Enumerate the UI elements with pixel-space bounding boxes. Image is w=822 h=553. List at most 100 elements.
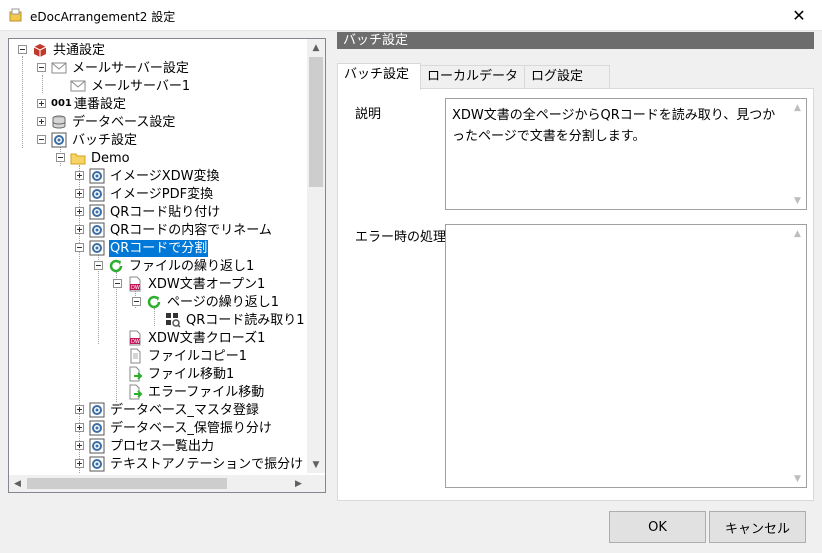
scroll-up-icon[interactable]: ▲ (307, 39, 325, 56)
tree-item[interactable]: QRコード読み取り1 (165, 311, 306, 329)
tree-item[interactable]: DW XDW文書クローズ1 (127, 329, 266, 347)
error-handling-scrollbar[interactable]: ▲ ▼ (789, 225, 806, 487)
batch-icon (89, 402, 105, 418)
batch-icon (89, 186, 105, 202)
tree-item[interactable]: ファイルの繰り返し1 (108, 257, 255, 275)
tree-item-label: メールサーバー1 (91, 78, 191, 94)
expand-icon[interactable] (75, 423, 84, 432)
ok-button[interactable]: OK (609, 511, 706, 543)
tree-vertical-scrollbar[interactable]: ▲ ▼ (307, 39, 325, 473)
expand-icon[interactable] (37, 99, 46, 108)
expand-icon[interactable] (75, 171, 84, 180)
chevron-up-icon[interactable]: ▲ (789, 225, 806, 242)
mail-icon (70, 78, 86, 94)
expand-icon[interactable] (37, 117, 46, 126)
tree-item-label: 共通設定 (53, 42, 106, 58)
expand-icon[interactable] (75, 189, 84, 198)
svg-text:DW: DW (131, 285, 140, 291)
loop-icon (108, 258, 124, 274)
description-textarea[interactable]: XDW文書の全ページからQRコードを読み取り、見つかったページで文書を分割します… (445, 98, 807, 210)
tree-item-label: データベース_マスタ登録 (110, 402, 259, 418)
xdw-icon: DW (127, 276, 143, 292)
expand-icon[interactable] (75, 207, 84, 216)
tree-item[interactable]: 001 連番設定 (51, 95, 127, 113)
tree-item[interactable]: 共通設定 (32, 41, 106, 59)
expand-icon[interactable] (75, 225, 84, 234)
tree-item[interactable]: メールサーバー設定 (51, 59, 190, 77)
tab-log-settings[interactable]: ログ設定 (524, 65, 610, 89)
folder-icon (70, 150, 86, 166)
scroll-left-icon[interactable]: ◀ (9, 475, 26, 492)
expand-icon[interactable] (75, 459, 84, 468)
tree-item[interactable]: ファイル移動1 (127, 365, 235, 383)
collapse-icon[interactable] (132, 297, 141, 306)
collapse-icon[interactable] (37, 135, 46, 144)
tree-item[interactable]: イメージPDF変換 (89, 185, 214, 203)
tree-item-label: イメージPDF変換 (110, 186, 214, 202)
tree-item-label: XDW文書クローズ1 (148, 330, 266, 346)
chevron-down-icon[interactable]: ▼ (789, 192, 806, 209)
tree-item[interactable]: プロセス一覧出力 (89, 437, 215, 455)
tree-item[interactable]: QRコード貼り付け (89, 203, 221, 221)
collapse-icon[interactable] (94, 261, 103, 270)
tree-horizontal-scroll-thumb[interactable] (27, 478, 227, 489)
tree-horizontal-scrollbar[interactable]: ◀ ▶ (9, 475, 307, 492)
tree-item[interactable]: Demo (70, 149, 131, 167)
tree-item[interactable]: イメージXDW変換 (89, 167, 221, 185)
tab-local-data[interactable]: ローカルデータ (420, 65, 525, 89)
mail-icon (51, 60, 67, 76)
tree-item[interactable]: DW XDW文書オープン1 (127, 275, 266, 293)
chevron-down-icon[interactable]: ▼ (789, 470, 806, 487)
tree-item-label: ファイルの繰り返し1 (129, 258, 255, 274)
batch-icon (89, 420, 105, 436)
collapse-icon[interactable] (56, 153, 65, 162)
tree-viewport[interactable]: 共通設定 メールサーバー設定 メールサーバー1 001 連番設定 データベース設定 バッチ設… (9, 39, 307, 473)
file-move-icon (127, 384, 143, 400)
tree-item[interactable]: メールサーバー1 (70, 77, 191, 95)
tree-item[interactable]: データベース_マスタ登録 (89, 401, 260, 419)
expand-icon[interactable] (75, 405, 84, 414)
batch-icon (89, 240, 105, 256)
scroll-down-icon[interactable]: ▼ (307, 456, 325, 473)
tree-item[interactable]: データベース設定 (51, 113, 176, 131)
tree-item[interactable]: QRコードで分割 (89, 239, 209, 257)
collapse-icon[interactable] (18, 45, 27, 54)
cancel-button[interactable]: キャンセル (709, 511, 806, 543)
numbering-icon: 001 (51, 98, 72, 109)
tree-item[interactable]: QRコードの内容でリネーム (89, 221, 273, 239)
collapse-icon[interactable] (113, 279, 122, 288)
tree-vertical-scroll-thumb[interactable] (309, 57, 323, 187)
tree-item[interactable]: エラーファイル移動 (127, 383, 265, 401)
scroll-right-icon[interactable]: ▶ (290, 475, 307, 492)
window-title: eDocArrangement2 設定 (30, 10, 176, 24)
tree-item[interactable]: テキストアノテーションで振分け (89, 455, 304, 473)
app-icon (9, 8, 22, 22)
file-move-icon (127, 366, 143, 382)
file-copy-icon (127, 348, 143, 364)
box-icon (32, 42, 48, 58)
tree-item[interactable]: ファイルコピー1 (127, 347, 248, 365)
description-label: 説明 (355, 107, 382, 122)
tree-item-label: プロセス一覧出力 (110, 438, 215, 454)
settings-tree[interactable]: 共通設定 メールサーバー設定 メールサーバー1 001 連番設定 データベース設定 バッチ設… (8, 38, 326, 493)
close-button[interactable]: ✕ (776, 0, 822, 31)
collapse-icon[interactable] (75, 243, 84, 252)
tree-item[interactable]: バッチ設定 (51, 131, 138, 149)
chevron-up-icon[interactable]: ▲ (789, 99, 806, 116)
batch-icon (89, 222, 105, 238)
tree-item[interactable]: ページの繰り返し1 (146, 293, 280, 311)
section-header: バッチ設定 (337, 32, 814, 49)
close-icon: ✕ (792, 6, 806, 25)
tab-content: 説明 XDW文書の全ページからQRコードを読み取り、見つかったページで文書を分割… (337, 88, 814, 501)
description-scrollbar[interactable]: ▲ ▼ (789, 99, 806, 209)
expand-icon[interactable] (75, 441, 84, 450)
tree-item-label: テキストアノテーションで振分け (110, 456, 304, 472)
tree-item[interactable]: データベース_保管振り分け (89, 419, 273, 437)
tab-batch-settings[interactable]: バッチ設定 (337, 63, 421, 90)
error-handling-textarea[interactable]: ▲ ▼ (445, 224, 807, 488)
collapse-icon[interactable] (37, 63, 46, 72)
database-icon (51, 114, 67, 130)
tree-item-label: QRコード読み取り1 (186, 312, 305, 328)
batch-icon (89, 438, 105, 454)
batch-icon (89, 204, 105, 220)
